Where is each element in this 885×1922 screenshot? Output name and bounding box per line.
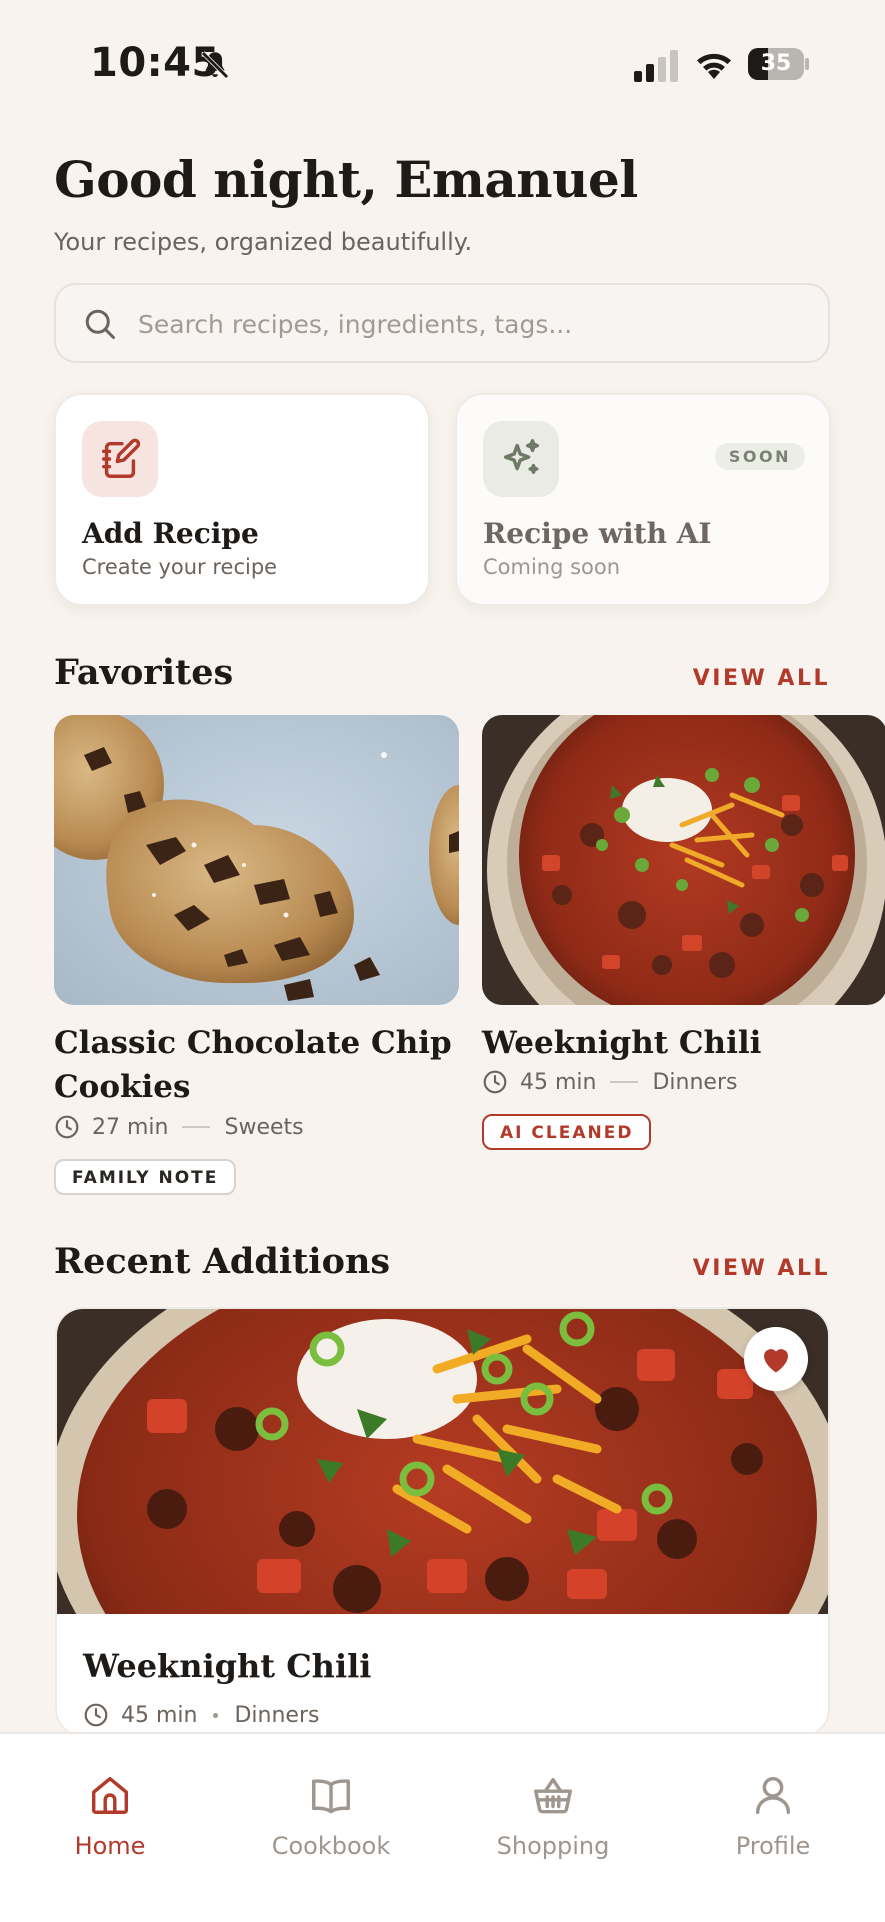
ai-recipe-title: Recipe with AI <box>483 517 712 550</box>
recent-additions-heading: Recent Additions <box>54 1241 391 1282</box>
tab-shopping[interactable]: Shopping <box>463 1772 643 1872</box>
add-recipe-card[interactable]: Add Recipe Create your recipe <box>54 393 430 606</box>
favorite-heart-button[interactable] <box>744 1327 808 1391</box>
tab-label: Shopping <box>496 1832 610 1860</box>
recipe-meta: 27 min Sweets <box>54 1111 304 1143</box>
recent-recipe-title: Weeknight Chili <box>83 1647 372 1685</box>
ai-recipe-subtitle: Coming soon <box>483 555 621 579</box>
recent-view-all-link[interactable]: VIEW ALL <box>693 1256 830 1281</box>
home-icon <box>91 1776 129 1814</box>
recipe-category: Dinners <box>234 1702 320 1728</box>
recipe-image-chili-large <box>57 1309 828 1735</box>
recipe-time: 45 min <box>520 1069 597 1095</box>
favorites-heading: Favorites <box>54 652 234 693</box>
wifi-icon <box>697 53 731 79</box>
search-input[interactable] <box>136 301 800 347</box>
heart-icon <box>764 1349 788 1373</box>
tab-label: Home <box>74 1832 146 1860</box>
tab-label: Cookbook <box>271 1832 391 1860</box>
battery-percent: 35 <box>760 51 792 76</box>
family-note-tag: FAMILY NOTE <box>54 1159 237 1195</box>
recipe-meta: 45 min Dinners <box>482 1066 737 1098</box>
recipe-time: 45 min <box>121 1702 198 1728</box>
favorite-title: Classic Chocolate Chip Cookies <box>54 1025 452 1105</box>
clock-icon <box>483 1070 507 1094</box>
recipe-with-ai-card[interactable]: SOON Recipe with AI Coming soon <box>455 393 831 606</box>
search-icon <box>85 309 115 339</box>
page-subtitle: Your recipes, organized beautifully. <box>54 228 473 256</box>
tab-cookbook[interactable]: Cookbook <box>241 1772 421 1872</box>
tab-profile[interactable]: Profile <box>683 1772 863 1872</box>
soon-badge: SOON <box>714 443 805 470</box>
recipe-category: Dinners <box>652 1069 738 1095</box>
recipe-meta: 45 min Dinners <box>83 1699 319 1731</box>
favorite-title: Weeknight Chili <box>482 1025 762 1061</box>
status-bar: 10:45 35 <box>0 0 885 120</box>
person-icon <box>755 1776 791 1814</box>
recipe-category: Sweets <box>224 1114 304 1140</box>
search-bar[interactable] <box>54 283 830 363</box>
recipe-image-cookies <box>54 715 459 1005</box>
favorites-view-all-link[interactable]: VIEW ALL <box>693 666 830 691</box>
basket-icon <box>534 1777 572 1814</box>
battery-icon: 35 <box>748 48 809 82</box>
tab-home[interactable]: Home <box>20 1772 200 1872</box>
recipe-image-chili <box>482 715 885 1005</box>
signal-icon <box>634 50 678 82</box>
book-icon <box>312 1779 350 1814</box>
recent-recipe-card[interactable]: Weeknight Chili 45 min Dinners <box>55 1307 830 1737</box>
clock-icon <box>55 1115 79 1139</box>
ai-cleaned-tag: AI CLEANED <box>482 1114 652 1150</box>
tab-label: Profile <box>735 1832 811 1860</box>
tab-bar: Home Cookbook Shopping Profile <box>0 1732 885 1922</box>
clock-icon <box>84 1703 108 1727</box>
notebook-edit-icon <box>82 421 158 497</box>
sparkles-icon <box>483 421 559 497</box>
bell-off-icon <box>201 51 229 79</box>
recipe-time: 27 min <box>92 1114 169 1140</box>
page-title: Good night, Emanuel <box>54 150 638 209</box>
add-recipe-title: Add Recipe <box>82 517 259 550</box>
add-recipe-subtitle: Create your recipe <box>82 555 278 579</box>
